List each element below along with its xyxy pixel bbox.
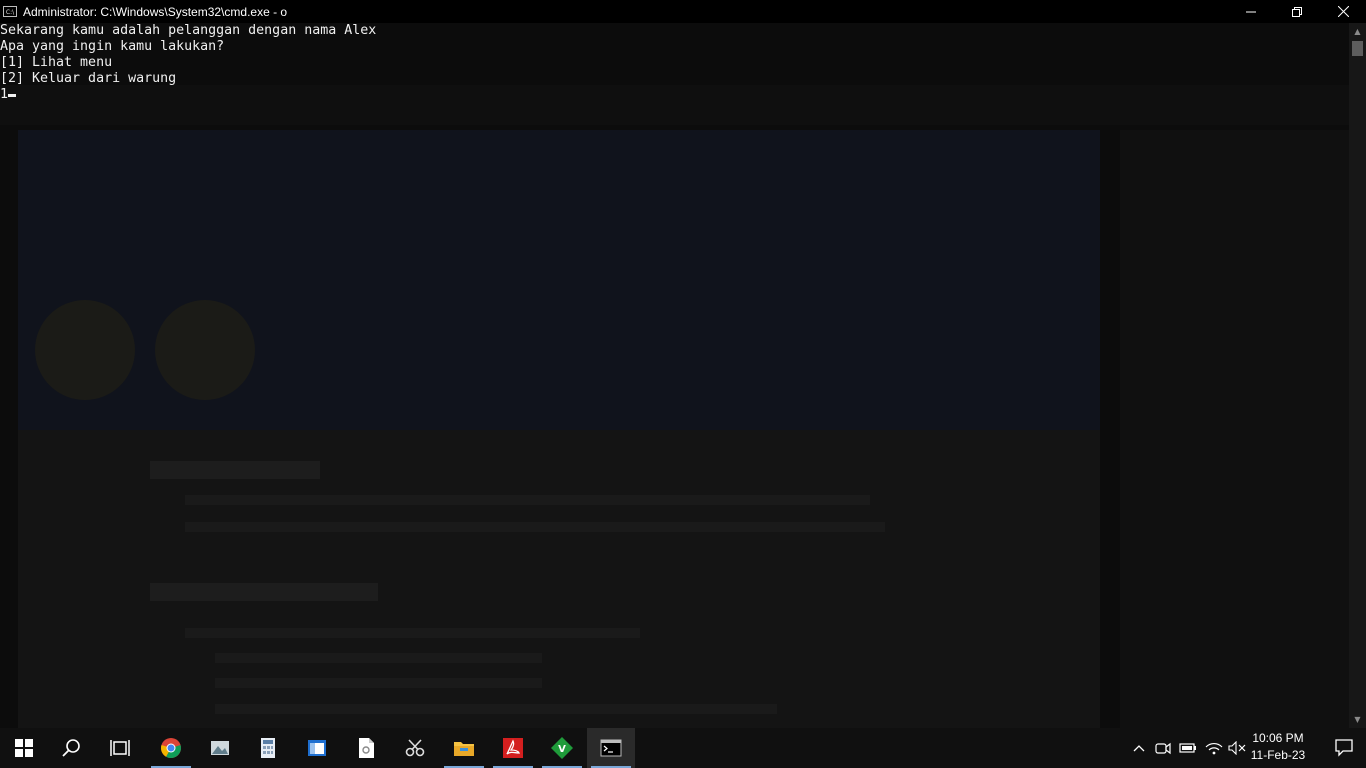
cmd-icon[interactable]: C:\: [3, 6, 17, 17]
taskbar-photos[interactable]: [196, 728, 244, 768]
title-bar[interactable]: C:\ Administrator: C:\Windows\System32\c…: [0, 0, 1366, 23]
vertical-scrollbar[interactable]: ▲ ▼: [1349, 23, 1366, 728]
taskbar-chrome[interactable]: [147, 728, 195, 768]
taskbar-file-explorer[interactable]: [440, 728, 488, 768]
cmd-taskbar-icon: [600, 739, 622, 757]
battery-button[interactable]: [1176, 728, 1200, 768]
start-icon: [15, 739, 33, 757]
close-icon: [1337, 6, 1349, 17]
calculator-icon: [261, 738, 275, 758]
meet-now-button[interactable]: [1152, 728, 1174, 768]
minimize-icon: [1246, 11, 1256, 12]
task-view-button[interactable]: [96, 728, 144, 768]
snipping-tool-icon: [405, 739, 425, 757]
notification-icon: [1335, 739, 1353, 757]
chevron-up-icon: [1133, 745, 1145, 752]
document-app-icon: [359, 738, 374, 758]
console-output: Sekarang kamu adalah pelanggan dengan na…: [0, 23, 376, 103]
console-line: [1] Lihat menu: [0, 55, 113, 70]
background-window-shadow: [0, 23, 1349, 728]
window-title: Administrator: C:\Windows\System32\cmd.e…: [23, 4, 288, 19]
console-line: [2] Keluar dari warung: [0, 71, 177, 86]
clock-date: 11-Feb-23: [1250, 748, 1306, 762]
scroll-thumb[interactable]: [1352, 41, 1363, 56]
meet-now-icon: [1155, 742, 1171, 755]
text-cursor: [8, 94, 17, 97]
taskbar-acrobat[interactable]: [489, 728, 537, 768]
clock-time: 10:06 PM: [1252, 731, 1304, 745]
search-button[interactable]: [48, 728, 96, 768]
console-line: Sekarang kamu adalah pelanggan dengan na…: [0, 23, 377, 38]
restore-icon: [1292, 6, 1302, 17]
close-button[interactable]: [1320, 0, 1366, 23]
taskbar-cmd[interactable]: [587, 728, 635, 768]
taskbar-snipping-tool[interactable]: [391, 728, 439, 768]
restore-button[interactable]: [1274, 0, 1320, 23]
minimize-button[interactable]: [1228, 0, 1274, 23]
chrome-icon: [161, 738, 181, 759]
task-view-icon: [110, 740, 130, 756]
acrobat-icon: [503, 738, 523, 758]
search-icon: [62, 739, 80, 757]
network-button[interactable]: [1202, 728, 1226, 768]
photos-icon: [211, 741, 229, 755]
network-icon: [1205, 743, 1223, 755]
vim-icon: V: [551, 737, 573, 759]
taskbar-document-app[interactable]: [342, 728, 390, 768]
taskbar-vim[interactable]: V: [538, 728, 586, 768]
battery-icon: [1179, 743, 1196, 753]
svg-text:V: V: [558, 744, 566, 755]
scroll-down-icon[interactable]: ▼: [1349, 711, 1366, 728]
show-hidden-icons-button[interactable]: [1128, 728, 1150, 768]
console-area[interactable]: Sekarang kamu adalah pelanggan dengan na…: [0, 23, 1349, 728]
notification-center-button[interactable]: [1334, 737, 1354, 757]
scroll-up-icon[interactable]: ▲: [1349, 23, 1366, 40]
file-explorer-icon: [454, 742, 474, 756]
console-input-line[interactable]: 1: [0, 87, 8, 102]
window-app-icon: [308, 740, 326, 756]
taskbar-calculator[interactable]: [244, 728, 292, 768]
taskbar: V 10:06 PM 11-Feb-23: [0, 728, 1366, 768]
start-button[interactable]: [0, 728, 48, 768]
console-line: Apa yang ingin kamu lakukan?: [0, 39, 225, 54]
taskbar-window-app[interactable]: [293, 728, 341, 768]
cmd-window: C:\ Administrator: C:\Windows\System32\c…: [0, 0, 1366, 728]
taskbar-clock[interactable]: 10:06 PM 11-Feb-23: [1242, 730, 1314, 766]
